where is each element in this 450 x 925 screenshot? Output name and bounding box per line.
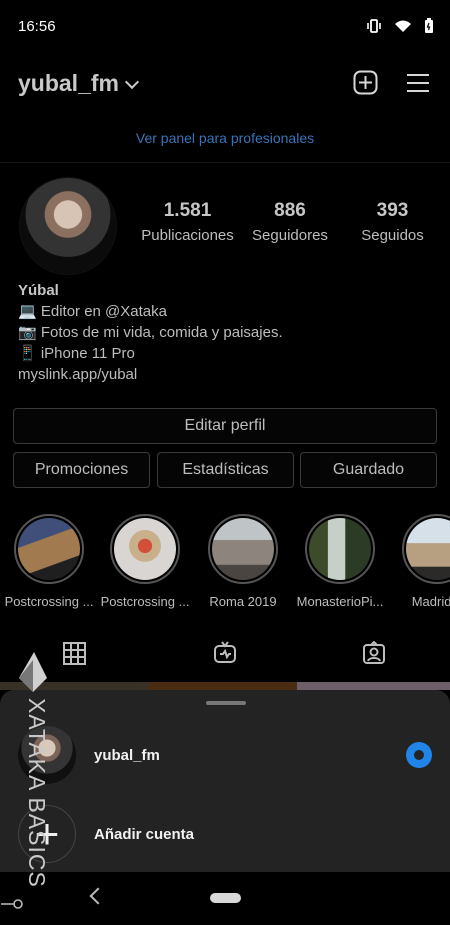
xataka-logo-icon [19,652,47,692]
status-time: 16:56 [18,18,56,35]
account-switcher[interactable]: yubal_fm [18,70,140,97]
watermark-pin-icon [1,899,23,909]
battery-icon [425,18,433,33]
bio-line-device: 📱 iPhone 11 Pro [18,345,135,362]
posts-label: Publicaciones [141,227,234,244]
highlight-cover[interactable] [110,514,180,584]
android-navigation-bar [0,872,450,925]
selected-account-radio[interactable] [406,742,432,768]
following-label: Seguidos [361,227,424,244]
highlight-label: Postcrossing ... [100,594,190,609]
back-icon[interactable] [89,887,107,905]
grid-icon[interactable] [63,642,86,665]
vibrate-icon [367,19,381,33]
radio-dot [414,750,424,760]
highlight-cover[interactable] [14,514,84,584]
account-sheet: yubal_fm + Añadir cuenta [0,690,450,872]
header-divider [0,162,450,163]
highlight-madrid[interactable]: Madrid 2 [391,514,450,609]
xataka-basics-watermark: XATAKA BASICS [1,650,54,910]
highlight-roma-2019[interactable]: Roma 2019 [197,514,289,609]
bio-line-editor: 💻 Editor en @Xataka [18,303,167,320]
watermark-text: XATAKA BASICS [24,698,50,888]
tagged-icon[interactable] [362,641,386,665]
posts-stat[interactable]: 1.581 Publicaciones [140,200,235,244]
followers-label: Seguidores [252,227,328,244]
bio-link[interactable]: myslink.app/yubal [18,364,438,385]
highlight-label: MonasterioPi... [296,594,384,609]
status-bar: 16:56 [0,0,450,54]
following-stat[interactable]: 393 Seguidos [345,200,440,244]
chevron-down-icon[interactable] [124,74,140,89]
account-row-yubal[interactable]: yubal_fm [0,719,450,791]
menu-icon[interactable] [406,73,430,93]
account-name: yubal_fm [94,746,160,764]
followers-stat[interactable]: 886 Seguidores [243,200,338,244]
following-count: 393 [376,200,409,221]
profile-tabs [0,638,450,682]
sheet-drag-handle[interactable] [206,701,246,705]
add-account-row[interactable]: + Añadir cuenta [0,798,450,870]
posts-count: 1.581 [163,200,212,221]
saved-button[interactable]: Guardado [300,452,437,488]
igtv-icon[interactable] [213,641,237,665]
add-account-label: Añadir cuenta [94,825,195,843]
profile-bio: Yúbal 💻 Editor en @Xataka 📷 Fotos de mi … [18,280,438,385]
top-actions [353,70,430,95]
profile-username[interactable]: yubal_fm [18,70,119,97]
home-handle[interactable] [210,893,241,903]
profile-stats: 1.581 Publicaciones 886 Seguidores 393 S… [140,200,440,244]
promotions-button[interactable]: Promociones [13,452,150,488]
statistics-button[interactable]: Estadísticas [157,452,294,488]
highlight-label: Madrid 2 [411,594,450,609]
highlight-label: Roma 2019 [209,594,277,609]
new-post-icon[interactable] [353,70,378,95]
highlight-postcrossing-2[interactable]: Postcrossing ... [99,514,191,609]
followers-count: 886 [274,200,306,221]
bio-name: Yúbal [18,282,59,299]
highlight-label: Postcrossing ... [4,594,94,609]
posts-grid-preview[interactable] [0,682,450,690]
highlight-monasterio[interactable]: MonasterioPi... [294,514,386,609]
bio-line-photos: 📷 Fotos de mi vida, comida y paisajes. [18,324,283,341]
profile-avatar[interactable] [20,178,116,274]
professional-dashboard-link[interactable]: Ver panel para profesionales [0,130,450,146]
highlight-cover[interactable] [305,514,375,584]
status-icons [366,18,434,34]
highlight-cover[interactable] [208,514,278,584]
edit-profile-button[interactable]: Editar perfil [13,408,437,444]
highlight-postcrossing-1[interactable]: Postcrossing ... [3,514,95,609]
wifi-icon [395,20,411,32]
highlight-cover[interactable] [402,514,450,584]
